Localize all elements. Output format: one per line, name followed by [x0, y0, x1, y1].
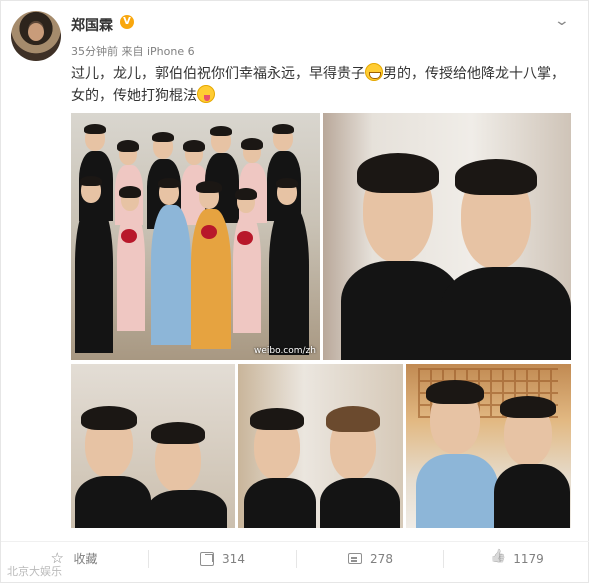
grin-emoji-icon [365, 63, 383, 81]
comment-icon [348, 553, 363, 564]
share-icon [200, 551, 215, 566]
weibo-post-card: 郑国霖 V 35分钟前 来自 iPhone 6 ⌄ 过儿，龙儿，郭伯伯祝你们幸福… [0, 0, 589, 583]
chevron-down-icon[interactable]: ⌄ [554, 13, 570, 29]
comment-button[interactable]: 278 [297, 542, 444, 575]
tongue-emoji-icon [197, 85, 215, 103]
comment-count: 278 [370, 551, 393, 566]
share-count: 314 [222, 551, 245, 566]
like-button[interactable]: 1179 [444, 542, 589, 575]
photo-watermark: weibo.com/zh [253, 346, 316, 356]
like-count: 1179 [513, 551, 544, 566]
action-bar: 收藏 314 278 1179 [1, 541, 589, 574]
post-meta: 35分钟前 来自 iPhone 6 [71, 45, 195, 58]
thumbs-up-icon [491, 552, 505, 566]
photo-two-men-selfie[interactable] [323, 113, 571, 360]
photo-selfie-left[interactable] [71, 364, 235, 528]
avatar[interactable] [11, 11, 61, 61]
photo-wedding-group[interactable]: weibo.com/zh [71, 113, 320, 360]
username[interactable]: 郑国霖 [71, 15, 113, 35]
post-text-line-2: 男的，传授给他降龙十八掌， [383, 66, 565, 82]
photo-selfie-right[interactable] [406, 364, 571, 528]
post-text-line-3: 女的，传她打狗棍法 [71, 88, 197, 104]
verified-badge-icon: V [120, 15, 134, 29]
favorite-label: 收藏 [73, 552, 98, 566]
photo-selfie-middle[interactable] [238, 364, 403, 528]
share-button[interactable]: 314 [149, 542, 296, 575]
post-text-line-1: 过儿，龙儿，郭伯伯祝你们幸福永远，早得贵子 [71, 66, 365, 82]
post-text: 过儿，龙儿，郭伯伯祝你们幸福永远，早得贵子 男的，传授给他降龙十八掌， 女的，传她… [71, 63, 576, 107]
site-watermark: 北京大娱乐 [7, 565, 62, 578]
